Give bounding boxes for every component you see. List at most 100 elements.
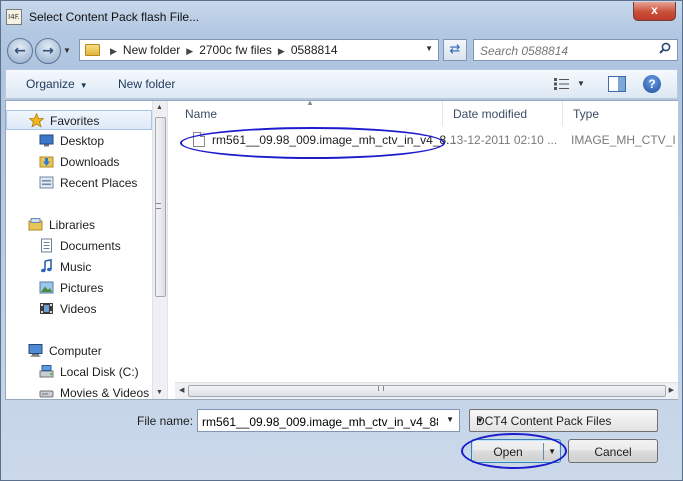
file-name: rm561__09.98_009.image_mh_ctv_in_v4_8... [212,133,457,147]
nav-item-pictures[interactable]: Pictures [6,278,152,298]
change-view-icon[interactable] [553,77,571,91]
column-header-type[interactable]: Type [563,101,678,126]
nav-item-music[interactable]: Music [6,257,152,277]
computer-icon [28,344,43,357]
nav-group-label: Favorites [50,114,100,128]
search-box[interactable] [473,39,678,61]
column-header-date-modified[interactable]: Date modified [443,101,563,126]
nav-item-desktop[interactable]: Desktop [6,131,152,151]
nav-item-label: Desktop [60,134,105,148]
open-button-label: Open [493,445,523,459]
nav-item-label: Local Disk (C:) [60,365,139,379]
open-options-dropdown-icon[interactable]: ▼ [548,447,556,456]
nav-item-label: Recent Places [60,176,138,190]
cancel-button-label: Cancel [594,445,632,459]
star-icon [29,113,44,128]
scrollbar-grip [156,203,161,209]
help-icon[interactable]: ? [643,75,661,93]
scrollbar-thumb[interactable] [188,385,666,397]
organize-button[interactable]: Organize ▼ [26,77,88,91]
nav-item-label: Downloads [60,155,120,169]
nav-item-libraries[interactable]: Libraries [6,215,152,235]
breadcrumb: ▶ New folder ▶ 2700c fw files ▶ 0588814 [104,43,338,57]
folder-icon [85,44,100,56]
forward-button[interactable]: → [35,38,61,64]
nav-item-recent-places[interactable]: Recent Places [6,173,152,193]
breadcrumb-item[interactable]: 0588814 [291,43,338,57]
file-type-filter[interactable]: DCT4 Content Pack Files ▼ [469,409,658,432]
address-bar[interactable]: ▶ New folder ▶ 2700c fw files ▶ 0588814 ▼ [79,39,439,61]
nav-item-label: Videos [60,302,97,316]
column-header-name[interactable]: Name ▲ [175,98,443,126]
search-input[interactable] [480,43,650,58]
breadcrumb-item[interactable]: 2700c fw files [199,43,272,57]
file-name-field[interactable]: ▼ [197,409,460,432]
nav-item-computer[interactable]: Computer [6,341,152,361]
breadcrumb-item[interactable]: New folder [123,43,180,57]
view-options-dropdown-icon[interactable]: ▼ [577,79,585,88]
window-title: Select Content Pack flash File... [29,10,200,24]
new-folder-button[interactable]: New folder [118,77,175,91]
scroll-up-icon[interactable]: ▲ [156,104,163,111]
title-bar: I4F. Select Content Pack flash File... x [1,1,682,35]
scroll-right-icon[interactable]: ▶ [669,386,674,394]
desktop-icon [39,134,54,147]
scrollbar-grip [378,386,384,391]
command-toolbar: Organize ▼ New folder ▼ ? [5,69,678,99]
navigation-pane: Favorites Desktop Downloads Recent Place… [6,101,167,399]
nav-item-label: Music [60,260,92,274]
refresh-button[interactable]: ⇄ [443,39,467,61]
chevron-down-icon: ▼ [79,81,88,90]
close-button[interactable]: x [633,2,676,21]
cancel-button[interactable]: Cancel [568,439,658,463]
column-label: Type [573,107,600,121]
file-name-input[interactable] [202,414,438,429]
file-name-label: File name: [137,414,194,428]
address-dropdown-icon[interactable]: ▼ [425,44,433,53]
file-icon [193,132,205,147]
column-label: Date modified [453,107,528,121]
pane-splitter[interactable] [167,101,175,399]
recent-pages-dropdown-icon[interactable]: ▼ [63,46,71,55]
nav-item-local-disk[interactable]: Local Disk (C:) [6,362,152,382]
documents-icon [41,238,52,253]
libraries-icon [28,218,43,231]
file-date-modified: 13-12-2011 02:10 ... [450,133,558,147]
nav-item-label: Documents [60,239,121,253]
chevron-down-icon[interactable]: ▼ [446,415,454,424]
drive-icon [39,390,54,398]
chevron-right-icon[interactable]: ▶ [110,46,117,56]
recent-places-icon [39,176,54,189]
search-icon[interactable] [659,42,671,54]
downloads-folder-icon [39,156,54,168]
chevron-right-icon[interactable]: ▶ [278,46,285,56]
local-disk-icon [39,365,54,378]
scroll-down-icon[interactable]: ▼ [156,389,163,396]
music-icon [41,259,52,273]
videos-icon [40,303,53,314]
split-divider [543,443,544,460]
nav-item-documents[interactable]: Documents [6,236,152,256]
open-button[interactable]: Open ▼ [471,439,561,463]
nav-item-movies-videos[interactable]: Movies & Videos [6,383,152,399]
file-type: IMAGE_MH_CTV_I... [571,133,675,147]
chevron-right-icon[interactable]: ▶ [186,46,193,56]
nav-item-favorites[interactable]: Favorites [6,110,152,130]
navigation-scrollbar[interactable]: ▲ ▼ [152,101,167,399]
file-list-pane: Name ▲ Date modified Type rm561__09.98_0… [175,98,678,399]
nav-item-downloads[interactable]: Downloads [6,152,152,172]
nav-item-label: Pictures [60,281,104,295]
sort-ascending-icon: ▲ [306,98,314,107]
browser-panes: Favorites Desktop Downloads Recent Place… [5,98,678,400]
back-button[interactable]: ← [7,38,33,64]
nav-group-label: Libraries [49,218,96,232]
preview-pane-icon[interactable] [608,76,626,92]
pictures-icon [39,281,54,294]
scroll-left-icon[interactable]: ◀ [179,386,184,394]
file-list-scrollbar[interactable]: ◀ ▶ [175,382,678,399]
nav-item-videos[interactable]: Videos [6,299,152,319]
navigation-row: ← → ▼ ▶ New folder ▶ 2700c fw files ▶ 0588814… [5,37,678,65]
nav-group-label: Computer [49,344,102,358]
file-row[interactable]: rm561__09.98_009.image_mh_ctv_in_v4_8...… [179,129,675,151]
nav-item-label: Movies & Videos [60,386,150,399]
